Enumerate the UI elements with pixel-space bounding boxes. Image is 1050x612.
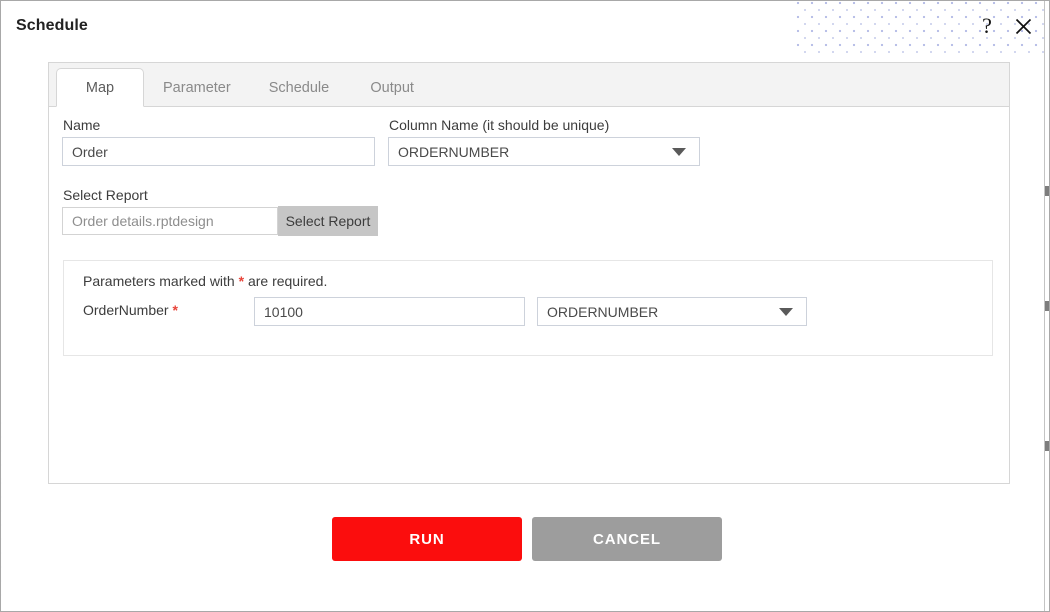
chevron-down-icon xyxy=(672,147,686,156)
page-title: Schedule xyxy=(16,17,88,34)
parameters-note-prefix: Parameters marked with xyxy=(83,273,235,289)
column-name-select[interactable]: ORDERNUMBER xyxy=(388,137,700,166)
chevron-down-icon xyxy=(779,307,793,316)
tab-panel: Map Parameter Schedule Output Name Colum… xyxy=(48,62,1010,484)
scrollbar-thumb-segment[interactable] xyxy=(1045,186,1049,196)
parameters-required-note: Parameters marked with * are required. xyxy=(83,273,327,289)
column-name-value: ORDERNUMBER xyxy=(398,143,510,160)
tab-schedule-label: Schedule xyxy=(268,79,330,96)
parameter-column-select[interactable]: ORDERNUMBER xyxy=(537,297,807,326)
tab-parameter-label: Parameter xyxy=(163,79,231,96)
column-name-label: Column Name (it should be unique) xyxy=(389,117,610,133)
parameters-note-suffix: are required. xyxy=(247,273,328,289)
parameter-required-asterisk-icon: * xyxy=(172,302,178,318)
name-label: Name xyxy=(63,117,101,133)
footer-actions: RUN CANCEL xyxy=(2,517,1049,577)
scrollbar-thumb-segment[interactable] xyxy=(1045,441,1049,451)
tab-schedule[interactable]: Schedule xyxy=(250,68,348,106)
close-icon[interactable] xyxy=(1009,12,1037,40)
schedule-dialog-window: Schedule ? Map Parameter Schedule Output… xyxy=(0,0,1050,612)
parameter-column-value: ORDERNUMBER xyxy=(547,303,659,320)
run-button[interactable]: RUN xyxy=(332,517,522,561)
dialog-body: Map Parameter Schedule Output Name Colum… xyxy=(2,55,1049,611)
tab-parameter[interactable]: Parameter xyxy=(144,68,250,106)
report-path-input[interactable] xyxy=(62,207,278,235)
name-input[interactable] xyxy=(62,137,375,166)
parameter-value-input[interactable] xyxy=(254,297,525,326)
scrollbar-thumb-segment[interactable] xyxy=(1045,301,1049,311)
title-bar: Schedule ? xyxy=(1,1,1049,55)
select-report-button[interactable]: Select Report xyxy=(278,206,378,236)
scrollbar-track[interactable] xyxy=(1044,1,1049,611)
select-report-label: Select Report xyxy=(63,187,148,203)
tab-output-label: Output xyxy=(370,79,414,96)
tab-output[interactable]: Output xyxy=(348,68,436,106)
parameter-row-label: OrderNumber * xyxy=(83,302,178,318)
help-icon[interactable]: ? xyxy=(973,12,1001,40)
parameter-name-text: OrderNumber xyxy=(83,302,169,318)
tab-strip: Map Parameter Schedule Output xyxy=(49,63,1009,107)
tab-map[interactable]: Map xyxy=(56,68,144,107)
required-asterisk-icon: * xyxy=(238,273,245,289)
tab-map-label: Map xyxy=(85,79,115,96)
question-mark-glyph: ? xyxy=(982,13,992,38)
map-tab-form: Name Column Name (it should be unique) O… xyxy=(49,107,1009,483)
parameters-panel: Parameters marked with * are required. O… xyxy=(63,260,993,356)
cancel-button[interactable]: CANCEL xyxy=(532,517,722,561)
